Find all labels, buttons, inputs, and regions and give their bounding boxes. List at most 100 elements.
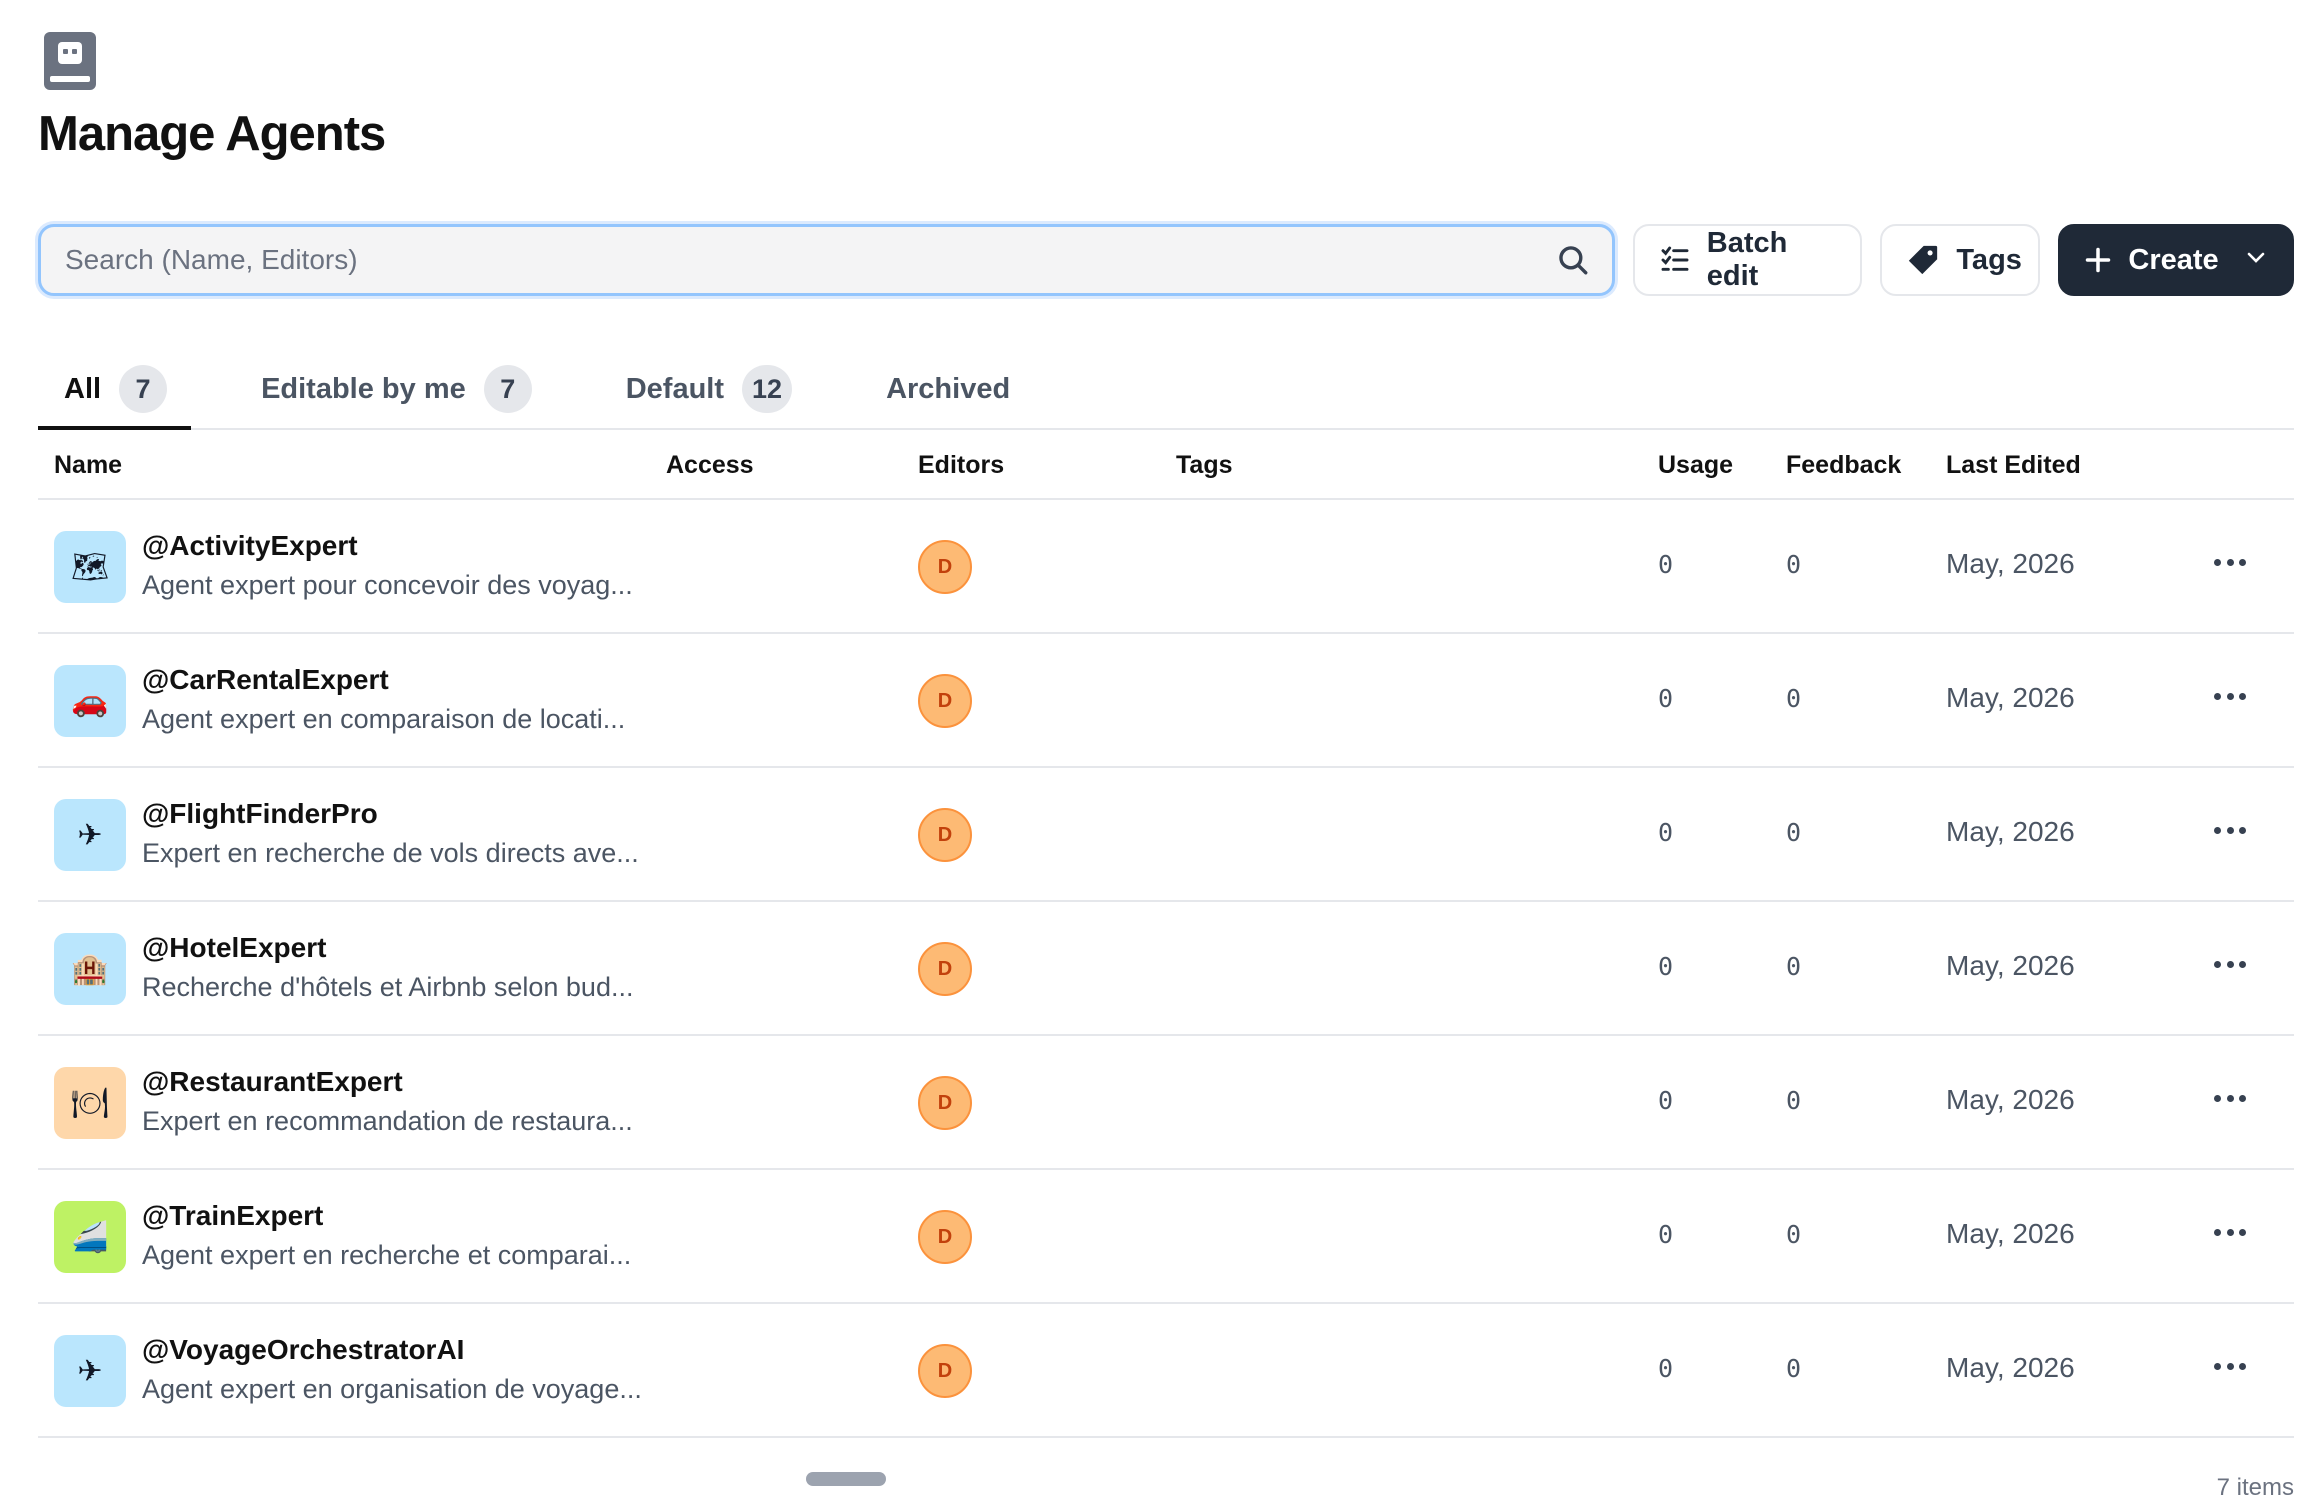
- toolbar: Batch edit Tags Create: [38, 224, 2294, 296]
- chevron-down-icon[interactable]: [2244, 244, 2268, 277]
- agent-name[interactable]: @HotelExpert: [142, 932, 326, 964]
- usage-value: 0: [1658, 1086, 1674, 1115]
- page-title: Manage Agents: [38, 107, 386, 161]
- tab-count-badge: 7: [119, 365, 168, 413]
- horizontal-scrollbar-handle[interactable]: [806, 1472, 886, 1486]
- feedback-value: 0: [1786, 818, 1802, 847]
- column-header-usage[interactable]: Usage: [1658, 430, 1733, 500]
- agent-description: Expert en recherche de vols directs ave.…: [142, 838, 639, 868]
- tag-icon: [1906, 243, 1940, 277]
- table-row[interactable]: ✈ @FlightFinderPro Expert en recherche de …: [38, 768, 2294, 902]
- column-header-tags[interactable]: Tags: [1176, 430, 1233, 500]
- more-options-icon[interactable]: [2208, 1078, 2252, 1118]
- agent-avatar: ✈: [54, 1335, 126, 1407]
- tags-button[interactable]: Tags: [1880, 224, 2041, 296]
- items-count: 7 items: [2216, 1474, 2294, 1501]
- search-icon[interactable]: [1556, 243, 1590, 277]
- usage-value: 0: [1658, 1354, 1674, 1383]
- editor-avatar[interactable]: D: [918, 1344, 972, 1398]
- table-row[interactable]: 🚄 @TrainExpert Agent expert en recherche e…: [38, 1170, 2294, 1304]
- checklist-icon: [1659, 244, 1691, 276]
- create-label: Create: [2128, 243, 2219, 276]
- more-options-icon[interactable]: [2208, 810, 2252, 850]
- tab-count-badge: 12: [742, 365, 793, 413]
- create-button[interactable]: Create: [2058, 224, 2294, 296]
- last-edited-value: May, 2026: [1946, 682, 2075, 713]
- agent-description: Recherche d'hôtels et Airbnb selon bud..…: [142, 972, 634, 1002]
- agent-avatar: 🚗: [54, 665, 126, 737]
- more-options-icon[interactable]: [2208, 1212, 2252, 1252]
- usage-value: 0: [1658, 1220, 1674, 1249]
- tab-all[interactable]: All 7: [38, 350, 192, 430]
- agent-avatar: ✈: [54, 799, 126, 871]
- table-row[interactable]: 🚗 @CarRentalExpert Agent expert en compara…: [38, 634, 2294, 768]
- editor-avatar[interactable]: D: [918, 808, 972, 862]
- tab-label: All: [64, 372, 102, 405]
- feedback-value: 0: [1786, 550, 1802, 579]
- tab-label: Default: [625, 372, 725, 405]
- table-row[interactable]: 🏨 @HotelExpert Recherche d'hôtels et Airbn…: [38, 902, 2294, 1036]
- agent-description: Expert en recommandation de restaura...: [142, 1106, 633, 1136]
- editor-avatar[interactable]: D: [918, 540, 972, 594]
- tab-editable-by-me[interactable]: Editable by me 7: [235, 350, 556, 428]
- agent-avatar: 🏨: [54, 933, 126, 1005]
- more-options-icon[interactable]: [2208, 676, 2252, 716]
- batch-edit-button[interactable]: Batch edit: [1632, 224, 1863, 296]
- editor-avatar[interactable]: D: [918, 942, 972, 996]
- manage-agents-page: Manage Agents Batch edit: [38, 32, 2294, 1438]
- usage-value: 0: [1658, 684, 1674, 713]
- table-row[interactable]: 🗺 @ActivityExpert Agent expert pour concev…: [38, 500, 2294, 634]
- column-header-name[interactable]: Name: [54, 430, 122, 500]
- editor-avatar[interactable]: D: [918, 674, 972, 728]
- search-input[interactable]: [41, 227, 1612, 293]
- agents-table-body: 🗺 @ActivityExpert Agent expert pour concev…: [38, 500, 2294, 1438]
- batch-edit-label: Batch edit: [1706, 227, 1788, 292]
- agent-description: Agent expert en comparaison de locati...: [142, 704, 626, 734]
- last-edited-value: May, 2026: [1946, 1084, 2075, 1115]
- agent-name[interactable]: @TrainExpert: [142, 1200, 323, 1232]
- feedback-value: 0: [1786, 684, 1802, 713]
- plus-icon: [2084, 246, 2112, 274]
- tab-count-badge: 7: [483, 365, 532, 413]
- tab-label: Editable by me: [261, 372, 466, 405]
- more-options-icon[interactable]: [2208, 1346, 2252, 1386]
- agent-name[interactable]: @VoyageOrchestratorAI: [142, 1334, 464, 1366]
- agent-name[interactable]: @CarRentalExpert: [142, 664, 389, 696]
- last-edited-value: May, 2026: [1946, 816, 2075, 847]
- usage-value: 0: [1658, 818, 1674, 847]
- filter-tabs: All 7 Editable by me 7 Default 12 Archiv…: [38, 350, 2294, 430]
- column-header-feedback[interactable]: Feedback: [1786, 430, 1901, 500]
- agent-description: Agent expert en recherche et comparai...: [142, 1240, 632, 1270]
- usage-value: 0: [1658, 952, 1674, 981]
- more-options-icon[interactable]: [2208, 542, 2252, 582]
- agent-name[interactable]: @FlightFinderPro: [142, 798, 378, 830]
- table-row[interactable]: 🍽 @RestaurantExpert Expert en recommandati…: [38, 1036, 2294, 1170]
- agent-description: Agent expert pour concevoir des voyag...: [142, 570, 633, 600]
- agent-description: Agent expert en organisation de voyage..…: [142, 1374, 642, 1404]
- column-header-editors[interactable]: Editors: [918, 430, 1004, 500]
- agent-name[interactable]: @ActivityExpert: [142, 530, 358, 562]
- tags-label: Tags: [1956, 243, 2022, 276]
- tab-default[interactable]: Default 12: [600, 350, 816, 428]
- last-edited-value: May, 2026: [1946, 950, 2075, 981]
- editor-avatar[interactable]: D: [918, 1076, 972, 1130]
- feedback-value: 0: [1786, 1354, 1802, 1383]
- agent-avatar: 🍽: [54, 1067, 126, 1139]
- agent-avatar: 🚄: [54, 1201, 126, 1273]
- table-header: Name Access Editors Tags Usage Feedback …: [38, 430, 2294, 500]
- agent-name[interactable]: @RestaurantExpert: [142, 1066, 403, 1098]
- last-edited-value: May, 2026: [1946, 1218, 2075, 1249]
- feedback-value: 0: [1786, 1086, 1802, 1115]
- editor-avatar[interactable]: D: [918, 1210, 972, 1264]
- last-edited-value: May, 2026: [1946, 548, 2075, 579]
- feedback-value: 0: [1786, 1220, 1802, 1249]
- agent-avatar: 🗺: [54, 531, 126, 603]
- tab-archived[interactable]: Archived: [860, 350, 1034, 428]
- tab-label: Archived: [886, 372, 1011, 405]
- usage-value: 0: [1658, 550, 1674, 579]
- more-options-icon[interactable]: [2208, 944, 2252, 984]
- column-header-last-edited[interactable]: Last Edited: [1946, 430, 2081, 500]
- robot-book-icon: [44, 32, 96, 90]
- table-row[interactable]: ✈ @VoyageOrchestratorAI Agent expert en or…: [38, 1304, 2294, 1438]
- column-header-access[interactable]: Access: [666, 430, 754, 500]
